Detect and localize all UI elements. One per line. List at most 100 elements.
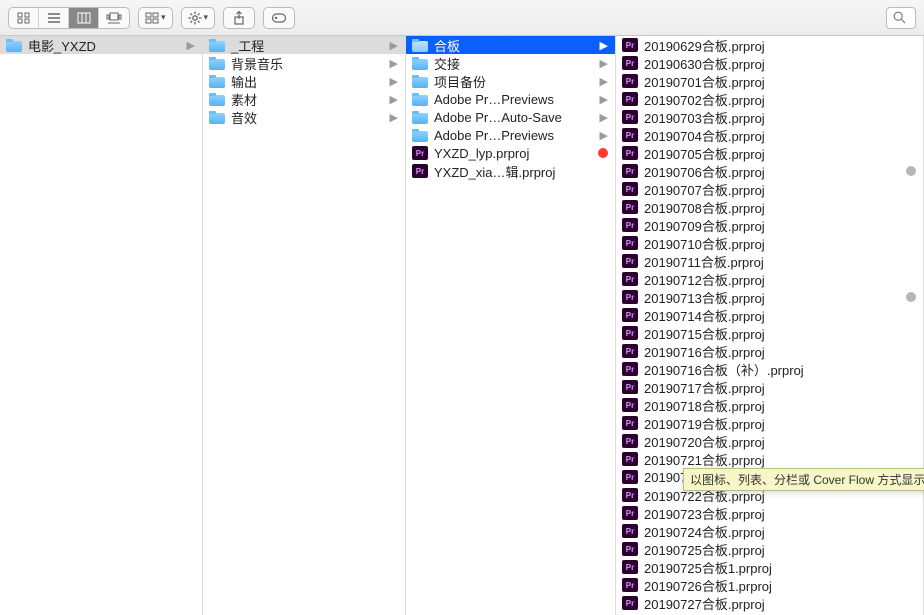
premiere-project-icon	[622, 434, 638, 448]
file-row[interactable]: 20190701合板.prproj	[616, 72, 923, 90]
item-label: Adobe Pr…Previews	[434, 92, 594, 107]
list-icon	[47, 12, 61, 24]
folder-row[interactable]: Adobe Pr…Previews▶	[406, 126, 615, 144]
item-label: 20190726合板1.prproj	[644, 576, 920, 595]
premiere-project-icon	[622, 92, 638, 106]
file-row[interactable]: 20190717合板.prproj	[616, 378, 923, 396]
file-row[interactable]: 20190719合板.prproj	[616, 414, 923, 432]
premiere-project-icon	[622, 146, 638, 160]
file-row[interactable]: 20190718合板.prproj	[616, 396, 923, 414]
tags-btn[interactable]	[263, 7, 295, 29]
premiere-project-icon	[622, 470, 638, 484]
file-row[interactable]: 20190710合板.prproj	[616, 234, 923, 252]
folder-icon	[412, 59, 428, 70]
file-row[interactable]: 20190711合板.prproj	[616, 252, 923, 270]
folder-icon	[209, 59, 225, 70]
item-label: 20190721合板.prproj	[644, 450, 920, 469]
premiere-project-icon	[622, 164, 638, 178]
file-row[interactable]: 20190714合板.prproj	[616, 306, 923, 324]
item-label: 20190711合板.prproj	[644, 252, 920, 271]
action-menu-btn[interactable]: ▾	[181, 7, 216, 29]
view-mode-tooltip: 以图标、列表、分栏或 Cover Flow 方式显示项	[683, 468, 924, 491]
chevron-right-icon: ▶	[187, 39, 195, 52]
folder-icon	[209, 113, 225, 124]
premiere-project-icon	[622, 506, 638, 520]
file-row[interactable]: 20190720合板.prproj	[616, 432, 923, 450]
file-row[interactable]: 20190723合板.prproj	[616, 504, 923, 522]
item-label: 20190724合板.prproj	[644, 522, 920, 541]
item-label: 20190725合板.prproj	[644, 540, 920, 559]
item-label: 20190717合板.prproj	[644, 378, 920, 397]
folder-row[interactable]: 项目备份▶	[406, 72, 615, 90]
folder-row[interactable]: Adobe Pr…Auto-Save▶	[406, 108, 615, 126]
file-row[interactable]: 20190727合板.prproj	[616, 594, 923, 612]
file-row[interactable]: 20190706合板.prproj	[616, 162, 923, 180]
file-row[interactable]: 20190726合板1.prproj	[616, 576, 923, 594]
file-row[interactable]: 20190716合板.prproj	[616, 342, 923, 360]
file-row[interactable]: 20190702合板.prproj	[616, 90, 923, 108]
folder-row[interactable]: _工程▶	[203, 36, 405, 54]
file-row[interactable]: 20190721合板.prproj	[616, 450, 923, 468]
finder-column[interactable]: 合板▶交接▶项目备份▶Adobe Pr…Previews▶Adobe Pr…Au…	[406, 36, 616, 615]
item-label: _工程	[231, 36, 384, 55]
chevron-down-icon: ▾	[204, 12, 209, 23]
item-label: 20190725合板1.prproj	[644, 558, 920, 577]
share-btn[interactable]	[223, 7, 255, 29]
file-row[interactable]: YXZD_xia…辑.prproj	[406, 162, 615, 180]
item-label: 20190723合板.prproj	[644, 504, 920, 523]
item-label: 项目备份	[434, 72, 594, 91]
folder-icon	[6, 41, 22, 52]
folder-row[interactable]: 音效▶	[203, 108, 405, 126]
folder-row[interactable]: 背景音乐▶	[203, 54, 405, 72]
view-mode-icon-btn[interactable]	[9, 8, 39, 28]
folder-icon	[412, 131, 428, 142]
file-row[interactable]: 20190725合板.prproj	[616, 540, 923, 558]
item-label: 20190706合板.prproj	[644, 162, 900, 181]
view-mode-list-btn[interactable]	[39, 8, 69, 28]
file-row[interactable]: 20190630合板.prproj	[616, 54, 923, 72]
file-row[interactable]: 20190707合板.prproj	[616, 180, 923, 198]
premiere-project-icon	[622, 308, 638, 322]
tag-icon	[271, 12, 287, 24]
premiere-project-icon	[622, 452, 638, 466]
folder-row[interactable]: 电影_YXZD ▶	[0, 36, 202, 54]
item-label: 电影_YXZD	[28, 36, 181, 55]
item-label: 20190718合板.prproj	[644, 396, 920, 415]
file-row[interactable]: 20190725合板1.prproj	[616, 558, 923, 576]
finder-column[interactable]: 20190629合板.prproj20190630合板.prproj201907…	[616, 36, 924, 615]
file-row[interactable]: 20190712合板.prproj	[616, 270, 923, 288]
view-mode-columns-btn[interactable]	[69, 8, 99, 28]
folder-row[interactable]: 合板▶	[406, 36, 615, 54]
view-mode-coverflow-btn[interactable]	[99, 8, 129, 28]
search-input[interactable]	[886, 7, 916, 29]
folder-icon	[412, 113, 428, 124]
file-row[interactable]: 20190705合板.prproj	[616, 144, 923, 162]
item-label: YXZD_lyp.prproj	[434, 146, 592, 161]
item-label: 交接	[434, 54, 594, 73]
file-row[interactable]: 20190716合板（补）.prproj	[616, 360, 923, 378]
file-row[interactable]: 20190724合板.prproj	[616, 522, 923, 540]
file-row[interactable]: 20190715合板.prproj	[616, 324, 923, 342]
file-row[interactable]: 20190704合板.prproj	[616, 126, 923, 144]
finder-column[interactable]: _工程▶背景音乐▶输出▶素材▶音效▶	[203, 36, 406, 615]
file-row[interactable]: YXZD_lyp.prproj	[406, 144, 615, 162]
file-row[interactable]: 20190703合板.prproj	[616, 108, 923, 126]
folder-row[interactable]: 交接▶	[406, 54, 615, 72]
folder-row[interactable]: 输出▶	[203, 72, 405, 90]
gear-icon	[188, 11, 202, 25]
arrange-menu-btn[interactable]: ▾	[138, 7, 173, 29]
file-row[interactable]: 20190709合板.prproj	[616, 216, 923, 234]
premiere-project-icon	[622, 38, 638, 52]
folder-row[interactable]: Adobe Pr…Previews▶	[406, 90, 615, 108]
folder-row[interactable]: 素材▶	[203, 90, 405, 108]
premiere-project-icon	[622, 272, 638, 286]
item-label: 20190707合板.prproj	[644, 180, 920, 199]
folder-icon	[412, 77, 428, 88]
item-label: Adobe Pr…Previews	[434, 128, 594, 143]
file-row[interactable]: 20190629合板.prproj	[616, 36, 923, 54]
premiere-project-icon	[622, 200, 638, 214]
file-row[interactable]: 20190708合板.prproj	[616, 198, 923, 216]
file-row[interactable]: 20190713合板.prproj	[616, 288, 923, 306]
item-label: 20190715合板.prproj	[644, 324, 920, 343]
finder-column[interactable]: 电影_YXZD ▶	[0, 36, 203, 615]
